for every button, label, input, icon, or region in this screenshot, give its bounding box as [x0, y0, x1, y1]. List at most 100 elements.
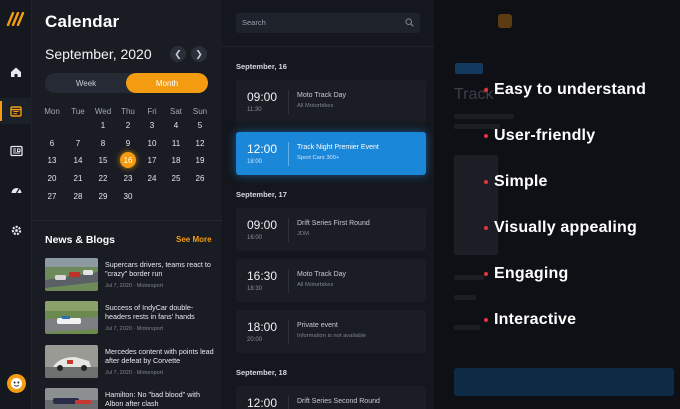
event-end-time: 16:00: [247, 235, 263, 241]
date-section-label: September, 18: [236, 368, 287, 377]
calendar-day[interactable]: 10: [144, 135, 160, 151]
week-tab[interactable]: Week: [45, 73, 127, 93]
calendar-day[interactable]: 13: [44, 152, 60, 168]
event-name: Moto Track Day: [297, 92, 347, 99]
calendar-day[interactable]: 28: [70, 188, 86, 204]
calendar-day[interactable]: 4: [168, 117, 184, 133]
news-date: Jul 7, 2020 · Motorsport: [105, 326, 164, 332]
dashboard-icon[interactable]: [0, 177, 32, 203]
calendar-day[interactable]: 18: [168, 152, 184, 168]
calendar-day[interactable]: 15: [95, 152, 111, 168]
news-item[interactable]: Supercars drivers, teams react to "crazy…: [45, 258, 215, 294]
feature-item: Visually appealing: [484, 218, 637, 238]
news-item[interactable]: Hamilton: No "bad blood" with Albon afte…: [45, 388, 215, 409]
event-card[interactable]: 16:30 18:30 Moto Track Day All Motorbike…: [236, 259, 426, 302]
divider: [288, 269, 289, 293]
news-heading: News & Blogs: [45, 234, 116, 246]
prev-month-button[interactable]: ❮: [170, 46, 186, 62]
calendar-day[interactable]: 5: [192, 117, 208, 133]
calendar-day[interactable]: 29: [95, 188, 111, 204]
page-title: Calendar: [45, 12, 120, 31]
see-more-link[interactable]: See More: [176, 235, 212, 244]
app-logo-icon[interactable]: [6, 12, 26, 26]
event-name: Track Night Premier Event: [297, 144, 379, 151]
calendar-day[interactable]: 3: [144, 117, 160, 133]
feature-item: Engaging: [484, 264, 568, 284]
news-date: Jul 7, 2020 · Motorsport: [105, 370, 164, 376]
sidebar-rail: [0, 0, 32, 409]
news-item[interactable]: Success of IndyCar double-headers rests …: [45, 301, 215, 337]
calendar-day[interactable]: 7: [70, 135, 86, 151]
calendar-day[interactable]: 27: [44, 188, 60, 204]
event-card-selected[interactable]: 12:00 18:00 Track Night Premier Event Sp…: [236, 132, 426, 175]
feature-label: Engaging: [494, 265, 569, 282]
event-end-time: 18:00: [247, 159, 263, 165]
detail-text-line: [454, 295, 476, 300]
race-track-photo: [45, 258, 98, 291]
month-label: September, 2020: [45, 46, 152, 62]
weekday-label: Sat: [169, 107, 182, 116]
calendar-day[interactable]: 9: [120, 135, 136, 151]
calendar-day[interactable]: 8: [95, 135, 111, 151]
event-card[interactable]: 18:00 20:00 Private event Information is…: [236, 310, 426, 353]
chevron-left-icon: ❮: [174, 48, 182, 59]
calendar-day[interactable]: 22: [95, 170, 111, 186]
event-subtitle: Information is not available: [297, 333, 366, 339]
news-headline: Supercars drivers, teams react to "crazy…: [105, 260, 211, 279]
calendar-panel: Calendar September, 2020 ❮ ❯ Week Month …: [32, 0, 222, 409]
event-card[interactable]: 09:00 16:00 Drift Series First Round JDM: [236, 208, 426, 251]
calendar-day[interactable]: 6: [44, 135, 60, 151]
calendar-day[interactable]: 1: [95, 117, 111, 133]
category-tag: [455, 63, 483, 74]
search-icon[interactable]: [405, 18, 414, 27]
calendar-day[interactable]: 23: [120, 170, 136, 186]
search-input[interactable]: Search: [236, 13, 420, 33]
calendar-day[interactable]: 12: [192, 135, 208, 151]
event-card[interactable]: 12:00 Drift Series Second Round: [236, 386, 426, 409]
status-badge: [498, 14, 512, 28]
bullet-icon: [484, 88, 488, 92]
book-button[interactable]: [454, 368, 674, 396]
event-card[interactable]: 09:00 11:30 Moto Track Day All Motorbike…: [236, 80, 426, 123]
calendar-day[interactable]: 20: [44, 170, 60, 186]
event-end-time: 20:00: [247, 337, 263, 343]
settings-icon[interactable]: [0, 217, 32, 243]
divider: [288, 396, 289, 409]
news-icon[interactable]: [0, 138, 32, 164]
event-subtitle: All Motorbikes: [297, 103, 334, 109]
divider: [32, 220, 222, 221]
event-name: Drift Series First Round: [297, 220, 370, 227]
calendar-day[interactable]: 14: [70, 152, 86, 168]
feature-label: User-friendly: [494, 127, 596, 144]
news-item[interactable]: Mercedes content with points lead after …: [45, 345, 215, 381]
chevron-right-icon: ❯: [195, 48, 203, 59]
calendar-day[interactable]: 19: [192, 152, 208, 168]
divider: [288, 320, 289, 344]
detail-text-line: [454, 114, 514, 119]
feature-item: Simple: [484, 172, 548, 192]
calendar-day-today[interactable]: 16: [120, 152, 136, 168]
event-subtitle: Sport Cars 300+: [297, 155, 340, 161]
news-headline: Success of IndyCar double-headers rests …: [105, 303, 195, 322]
weekday-label: Fri: [147, 107, 157, 116]
detail-text-line: [454, 325, 480, 330]
weekday-label: Wed: [94, 107, 112, 116]
calendar-day[interactable]: 25: [168, 170, 184, 186]
calendar-day[interactable]: 26: [192, 170, 208, 186]
calendar-day[interactable]: 11: [168, 135, 184, 151]
feature-label: Interactive: [494, 311, 577, 328]
divider: [288, 90, 289, 114]
calendar-icon[interactable]: [0, 98, 32, 124]
calendar-day[interactable]: 24: [144, 170, 160, 186]
next-month-button[interactable]: ❯: [191, 46, 207, 62]
calendar-day[interactable]: 30: [120, 188, 136, 204]
avatar[interactable]: [7, 374, 26, 393]
news-date: Jul 7, 2020 · Motorsport: [105, 283, 164, 289]
bullet-icon: [484, 134, 488, 138]
calendar-day[interactable]: 21: [70, 170, 86, 186]
calendar-day[interactable]: 2: [120, 117, 136, 133]
calendar-day[interactable]: 17: [144, 152, 160, 168]
bullet-icon: [484, 226, 488, 230]
month-tab[interactable]: Month: [126, 73, 208, 93]
home-icon[interactable]: [0, 59, 32, 85]
